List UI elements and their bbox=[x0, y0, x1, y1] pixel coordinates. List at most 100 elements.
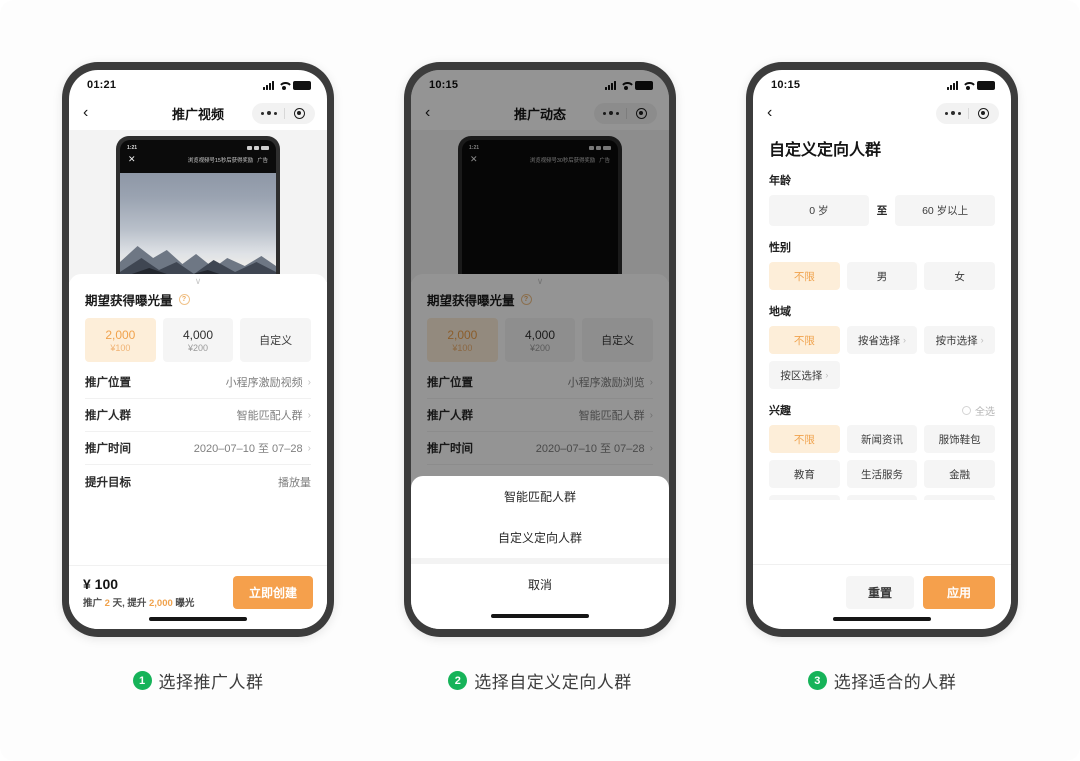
video-preview-area: 1:21 ✕ 浏览视频号15秒后获得奖励 广告 bbox=[69, 130, 327, 282]
action-sheet-cancel[interactable]: 取消 bbox=[411, 564, 669, 605]
gender-option-female[interactable]: 女 bbox=[924, 262, 995, 290]
chevron-right-icon: › bbox=[307, 442, 311, 454]
preview-banner: 浏览视频号15秒后获得奖励 广告 bbox=[188, 156, 268, 164]
region-option-any[interactable]: 不限 bbox=[769, 326, 840, 354]
capsule-buttons bbox=[936, 102, 999, 124]
preview-ad-tag: 广告 bbox=[257, 157, 268, 164]
help-icon[interactable]: ? bbox=[178, 294, 190, 305]
row-target-audience-text: 智能匹配人群 bbox=[578, 410, 645, 422]
row-promotion-position-label: 推广位置 bbox=[85, 377, 131, 389]
age-label: 年龄 bbox=[769, 175, 791, 187]
interest-overflow-cell[interactable] bbox=[846, 495, 918, 500]
row-target-audience-value: 智能匹配人群 › bbox=[237, 407, 311, 423]
exposure-chip-0[interactable]: 2,000 ¥100 bbox=[427, 318, 498, 362]
price-subtext: 推广 2 天, 提升 2,000 曝光 bbox=[83, 595, 194, 609]
video-preview-area: 1:21 ✕ 浏览视频号30秒后获得奖励 广告 bbox=[411, 130, 669, 282]
row-target-audience[interactable]: 推广人群 智能匹配人群 › bbox=[427, 399, 653, 432]
interest-option-life-services[interactable]: 生活服务 bbox=[846, 460, 918, 488]
apply-button[interactable]: 应用 bbox=[922, 576, 995, 609]
region-option-province[interactable]: 按省选择 › bbox=[846, 326, 918, 354]
region-option-city[interactable]: 按市选择 › bbox=[924, 326, 995, 354]
preview-close-icon[interactable]: ✕ bbox=[128, 155, 136, 164]
more-icon[interactable] bbox=[596, 110, 626, 116]
exposure-chip-1[interactable]: 4,000 ¥200 bbox=[504, 318, 576, 362]
region-option-district[interactable]: 按区选择 › bbox=[769, 361, 840, 389]
exposure-chip-custom[interactable]: 自定义 bbox=[240, 318, 312, 362]
action-sheet-option-smart-match[interactable]: 智能匹配人群 bbox=[411, 476, 669, 517]
caption-text-2: 选择自定义定向人群 bbox=[474, 673, 632, 692]
preview-status-bar: 1:21 bbox=[120, 140, 276, 152]
form-title: 自定义定向人群 bbox=[769, 142, 882, 159]
exposure-chip-1-amount: 4,000 bbox=[524, 327, 556, 342]
exposure-chip-0[interactable]: 2,000 ¥100 bbox=[85, 318, 156, 362]
row-target-audience-text: 智能匹配人群 bbox=[236, 410, 303, 422]
gender-option-any[interactable]: 不限 bbox=[769, 262, 840, 290]
row-promotion-time[interactable]: 推广时间 2020–07–10 至 07–28 › bbox=[427, 432, 653, 465]
action-sheet-option-custom-targeting[interactable]: 自定义定向人群 bbox=[411, 517, 669, 558]
chevron-right-icon: › bbox=[649, 376, 653, 388]
preview-close-icon[interactable]: ✕ bbox=[470, 155, 478, 164]
interest-option-education[interactable]: 教育 bbox=[769, 460, 840, 488]
close-miniprogram-icon[interactable] bbox=[969, 107, 997, 119]
exposure-chip-1[interactable]: 4,000 ¥200 bbox=[162, 318, 234, 362]
preview-time: 1:21 bbox=[127, 144, 138, 151]
exposure-chip-row: 2,000 ¥100 4,000 ¥200 自定义 bbox=[69, 309, 327, 362]
interest-option-apparel[interactable]: 服饰鞋包 bbox=[924, 425, 995, 453]
more-icon[interactable] bbox=[938, 110, 968, 116]
nav-bar: ‹ 推广视频 bbox=[69, 96, 327, 130]
age-range-row: 0 岁 至 60 岁以上 bbox=[769, 195, 995, 226]
reset-button[interactable]: 重置 bbox=[845, 576, 914, 609]
age-to-field[interactable]: 60 岁以上 bbox=[895, 195, 995, 226]
interest-option-news[interactable]: 新闻资讯 bbox=[846, 425, 918, 453]
row-promotion-time[interactable]: 推广时间 2020–07–10 至 07–28 › bbox=[85, 432, 311, 465]
status-bar: 10:15 bbox=[411, 70, 669, 96]
row-promotion-time-text: 2020–07–10 至 07–28 bbox=[193, 443, 303, 455]
nav-bar: ‹ bbox=[753, 96, 1011, 130]
nav-bar: ‹ 推广动态 bbox=[411, 96, 669, 130]
exposure-title-text: 期望获得曝光量 bbox=[85, 294, 173, 308]
exposure-chip-1-price: ¥200 bbox=[187, 342, 209, 353]
row-target-audience-label: 推广人群 bbox=[427, 410, 473, 422]
select-all-control[interactable]: 全选 bbox=[962, 403, 995, 418]
chevron-right-icon: › bbox=[649, 409, 653, 421]
age-from-field[interactable]: 0 岁 bbox=[769, 195, 869, 226]
back-icon[interactable]: ‹ bbox=[83, 105, 101, 121]
price-sub-impressions: 2,000 bbox=[149, 598, 173, 609]
more-icon[interactable] bbox=[254, 110, 284, 116]
close-miniprogram-icon[interactable] bbox=[627, 107, 655, 119]
capsule-buttons bbox=[594, 102, 657, 124]
preview-status-icons bbox=[247, 145, 269, 150]
back-icon[interactable]: ‹ bbox=[767, 105, 785, 121]
row-target-audience[interactable]: 推广人群 智能匹配人群 › bbox=[85, 399, 311, 432]
chevron-right-icon: › bbox=[902, 335, 906, 345]
chevron-right-icon: › bbox=[980, 335, 984, 345]
step-badge-1: 1 bbox=[132, 671, 152, 690]
caption-step-3: 3 选择适合的人群 bbox=[746, 668, 1018, 693]
phone-2-frame: 10:15 ‹ 推广动态 1:21 ✕ 浏览视频号30秒后获得奖励 广告 ∨ 期… bbox=[404, 62, 676, 637]
interest-option-any[interactable]: 不限 bbox=[769, 425, 840, 453]
interest-option-finance[interactable]: 金融 bbox=[924, 460, 995, 488]
sheet-collapse-icon[interactable]: ∨ bbox=[411, 274, 669, 288]
audience-action-sheet: 智能匹配人群 自定义定向人群 取消 bbox=[411, 476, 669, 629]
caption-text-3: 选择适合的人群 bbox=[833, 673, 957, 692]
create-now-button[interactable]: 立即创建 bbox=[232, 576, 313, 609]
checkbox-icon[interactable] bbox=[962, 405, 971, 415]
row-promotion-position[interactable]: 推广位置 小程序激励浏览 › bbox=[427, 366, 653, 399]
row-promotion-position[interactable]: 推广位置 小程序激励视频 › bbox=[85, 366, 311, 399]
interest-options-overflow bbox=[769, 488, 995, 500]
preview-screen: 1:21 ✕ 浏览视频号15秒后获得奖励 广告 bbox=[120, 140, 276, 282]
back-icon[interactable]: ‹ bbox=[425, 105, 443, 121]
exposure-chip-custom[interactable]: 自定义 bbox=[582, 318, 654, 362]
sheet-collapse-icon[interactable]: ∨ bbox=[69, 274, 327, 288]
interest-overflow-cell[interactable] bbox=[924, 495, 995, 500]
interest-label: 兴趣 bbox=[769, 405, 791, 417]
gender-option-male[interactable]: 男 bbox=[846, 262, 918, 290]
exposure-chip-row: 2,000 ¥100 4,000 ¥200 自定义 bbox=[411, 309, 669, 362]
interest-overflow-cell[interactable] bbox=[769, 495, 840, 500]
close-miniprogram-icon[interactable] bbox=[285, 107, 313, 119]
help-icon[interactable]: ? bbox=[520, 294, 532, 305]
select-all-label: 全选 bbox=[975, 406, 995, 418]
row-promotion-position-text: 小程序激励视频 bbox=[225, 377, 303, 389]
wifi-icon bbox=[278, 81, 289, 90]
chevron-right-icon: › bbox=[307, 376, 311, 388]
